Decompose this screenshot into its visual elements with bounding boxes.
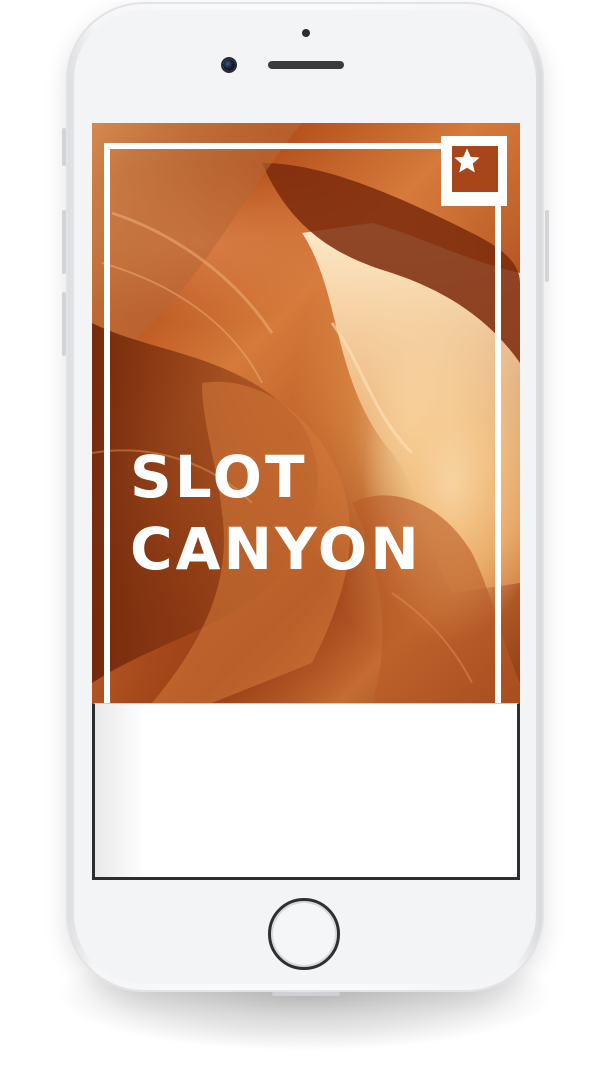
phone-screen: SLOT CANYON (92, 123, 520, 880)
mockup-stage: SLOT CANYON (0, 0, 611, 1076)
mute-switch (62, 128, 66, 166)
bottom-edge-detail (272, 992, 340, 996)
earpiece-speaker (268, 61, 344, 69)
proximity-sensor (302, 29, 310, 37)
favorite-button[interactable] (441, 136, 507, 206)
front-camera-icon (223, 59, 235, 71)
hero-card[interactable]: SLOT CANYON (92, 123, 520, 703)
title-line-2: CANYON (130, 515, 422, 583)
favorite-badge (452, 146, 498, 192)
title-line-1: SLOT (130, 443, 308, 511)
power-button (545, 210, 549, 282)
volume-down-button (62, 292, 66, 356)
home-button[interactable] (268, 898, 340, 970)
photo-frame (104, 143, 501, 703)
volume-up-button (62, 210, 66, 274)
content-panel (92, 703, 520, 880)
star-icon (454, 148, 480, 173)
page-title: SLOT CANYON (130, 441, 422, 585)
